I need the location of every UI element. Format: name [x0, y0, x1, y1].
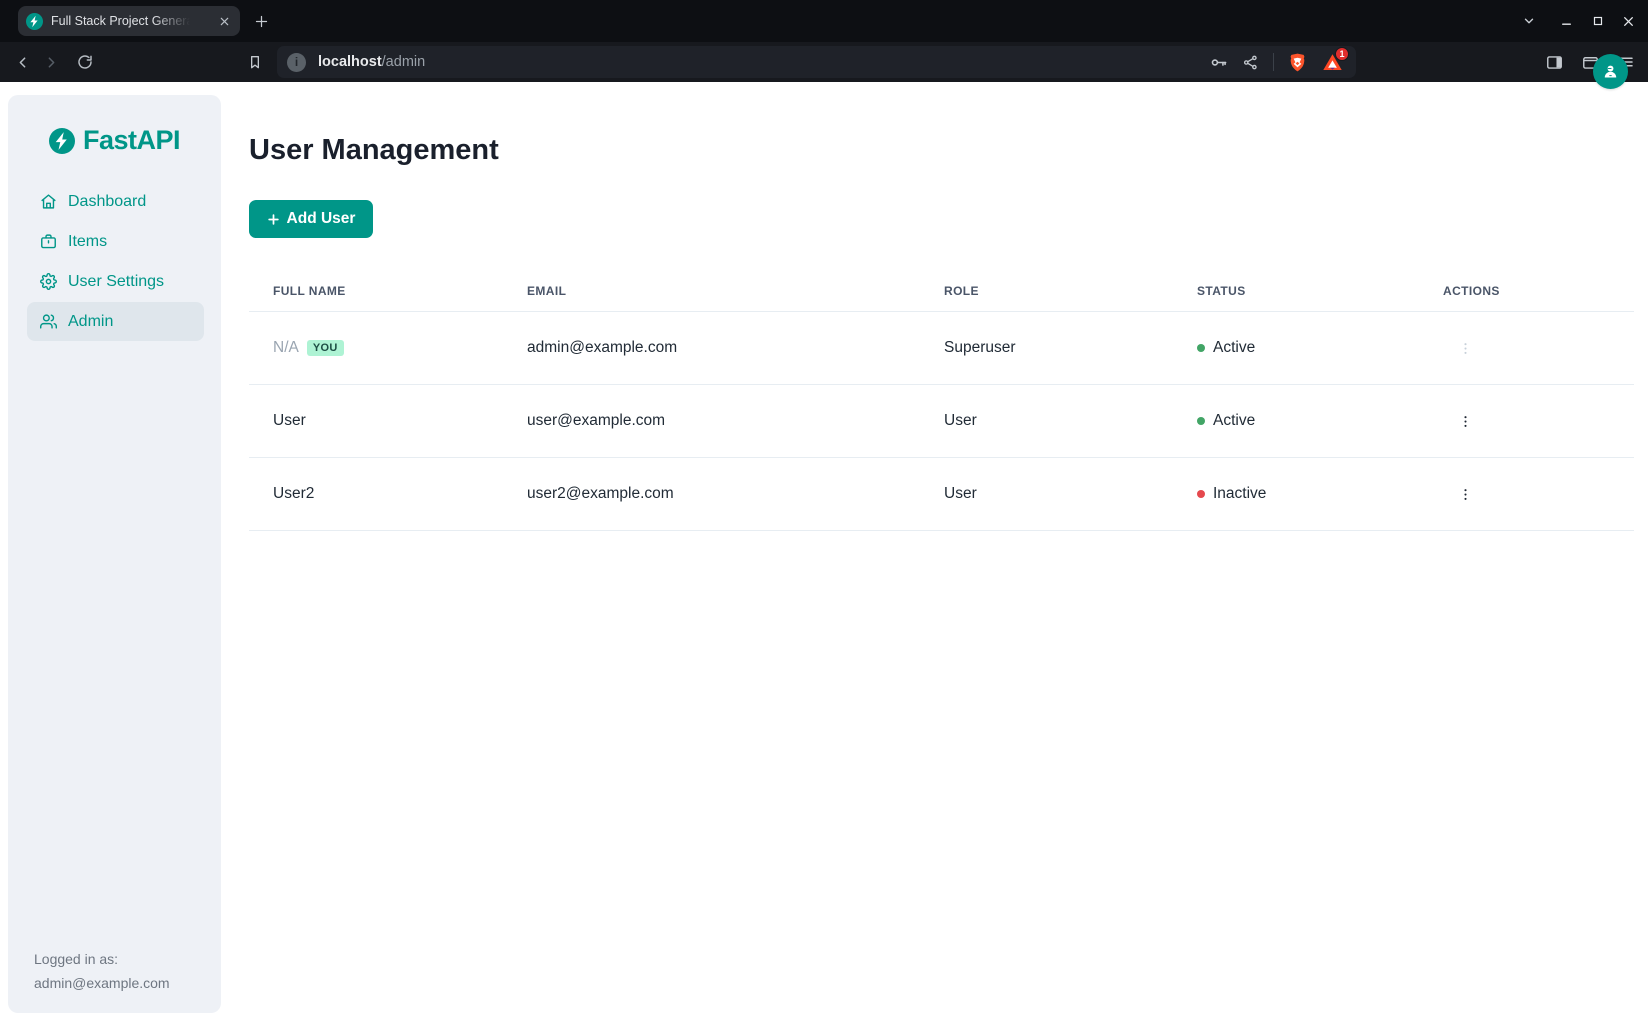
sidebar-footer: Logged in as: admin@example.com [34, 947, 170, 995]
column-header: ROLE [944, 284, 1197, 298]
cell-email: user2@example.com [527, 485, 944, 503]
sidebar-item-label: Items [68, 233, 107, 251]
status-text: Active [1213, 339, 1255, 357]
bookmark-icon[interactable] [240, 48, 269, 77]
browser-tab[interactable]: Full Stack Project Genera [18, 6, 240, 36]
fastapi-logo-text: FastAPI [83, 125, 180, 156]
home-icon [40, 193, 57, 210]
site-info-icon[interactable]: i [287, 53, 306, 72]
tab-title: Full Stack Project Genera [51, 14, 193, 28]
add-user-button[interactable]: Add User [249, 200, 373, 238]
briefcase-icon [40, 233, 57, 250]
new-tab-button[interactable] [246, 6, 276, 36]
row-actions-menu-button[interactable] [1453, 409, 1477, 433]
column-header: EMAIL [527, 284, 944, 298]
brave-rewards-icon[interactable]: 1 [1318, 49, 1346, 75]
minimize-button[interactable] [1551, 6, 1582, 36]
full-name-text: User [273, 412, 306, 430]
user-avatar-icon [1601, 62, 1620, 81]
rewards-badge: 1 [1335, 47, 1349, 61]
browser-window: Full Stack Project Genera [0, 0, 1648, 1025]
cell-actions [1443, 482, 1634, 506]
gear-icon [40, 273, 57, 290]
brave-shield-icon[interactable] [1284, 49, 1310, 75]
cell-full-name: User [249, 412, 527, 430]
fastapi-favicon-icon [26, 13, 43, 30]
plus-icon [267, 213, 280, 226]
sidebar-item-user-settings[interactable]: User Settings [27, 262, 204, 301]
browser-tab-bar: Full Stack Project Genera [0, 0, 1648, 42]
sidebar-item-items[interactable]: Items [27, 222, 204, 261]
cell-email: user@example.com [527, 412, 944, 430]
sidebar-item-admin[interactable]: Admin [27, 302, 204, 341]
users-icon [40, 313, 57, 330]
cell-email: admin@example.com [527, 339, 944, 357]
table-row: User2 user2@example.com User Inactive [249, 458, 1634, 531]
fastapi-logo: FastAPI [49, 125, 180, 156]
status-dot [1197, 490, 1205, 498]
back-button[interactable] [8, 48, 37, 77]
reload-button[interactable] [70, 48, 99, 77]
user-avatar-button[interactable] [1593, 54, 1628, 89]
browser-toolbar: i localhost /admin 1 [0, 42, 1648, 82]
full-name-text: User2 [273, 485, 314, 503]
url-host: localhost [318, 54, 382, 70]
cell-full-name: N/A YOU [249, 339, 527, 357]
cell-status: Active [1197, 339, 1443, 357]
full-name-text: N/A [273, 339, 299, 357]
table-row: N/A YOU admin@example.com Superuser Acti… [249, 312, 1634, 385]
table-body: N/A YOU admin@example.com Superuser Acti… [249, 312, 1634, 531]
url-path: /admin [382, 54, 426, 70]
sidebar-item-dashboard[interactable]: Dashboard [27, 182, 204, 221]
address-bar[interactable]: i localhost /admin 1 [277, 46, 1356, 78]
password-key-icon[interactable] [1205, 49, 1231, 75]
cell-actions [1443, 409, 1634, 433]
maximize-button[interactable] [1582, 6, 1613, 36]
forward-button[interactable] [37, 48, 66, 77]
status-text: Inactive [1213, 485, 1266, 503]
cell-status: Inactive [1197, 485, 1443, 503]
fastapi-logo-icon [49, 128, 75, 154]
page-content: FastAPI Dashboard Items User Settings Ad… [0, 82, 1648, 1025]
status-dot [1197, 417, 1205, 425]
sidebar: FastAPI Dashboard Items User Settings Ad… [8, 95, 221, 1013]
table-row: User user@example.com User Active [249, 385, 1634, 458]
column-header: STATUS [1197, 284, 1443, 298]
row-actions-menu-button[interactable] [1453, 336, 1477, 360]
sidebar-item-label: Admin [68, 313, 113, 331]
page-title: User Management [249, 132, 1634, 168]
cell-full-name: User2 [249, 485, 527, 503]
column-header: FULL NAME [249, 284, 527, 298]
sidebar-panel-icon[interactable] [1540, 48, 1568, 76]
window-controls [1513, 0, 1644, 42]
you-badge: YOU [307, 340, 344, 356]
share-icon[interactable] [1237, 49, 1263, 75]
logged-in-email: admin@example.com [34, 971, 170, 995]
user-table: FULL NAMEEMAILROLESTATUSACTIONS N/A YOU … [249, 270, 1634, 531]
cell-role: Superuser [944, 339, 1197, 357]
tab-search-chevron-icon[interactable] [1513, 6, 1544, 36]
cell-role: User [944, 485, 1197, 503]
status-dot [1197, 344, 1205, 352]
urlbar-icons: 1 [1205, 49, 1346, 75]
main-content: User Management Add User FULL NAMEEMAILR… [249, 82, 1634, 531]
logged-in-label: Logged in as: [34, 947, 170, 971]
column-header: ACTIONS [1443, 284, 1634, 298]
close-window-button[interactable] [1613, 6, 1644, 36]
tab-close-icon[interactable] [216, 13, 232, 29]
add-user-label: Add User [287, 210, 356, 228]
table-header-row: FULL NAMEEMAILROLESTATUSACTIONS [249, 270, 1634, 312]
sidebar-item-label: User Settings [68, 273, 164, 291]
cell-status: Active [1197, 412, 1443, 430]
cell-role: User [944, 412, 1197, 430]
row-actions-menu-button[interactable] [1453, 482, 1477, 506]
sidebar-item-label: Dashboard [68, 193, 146, 211]
toolbar-separator [1273, 53, 1274, 71]
sidebar-nav: Dashboard Items User Settings Admin [8, 182, 221, 342]
status-text: Active [1213, 412, 1255, 430]
cell-actions [1443, 336, 1634, 360]
